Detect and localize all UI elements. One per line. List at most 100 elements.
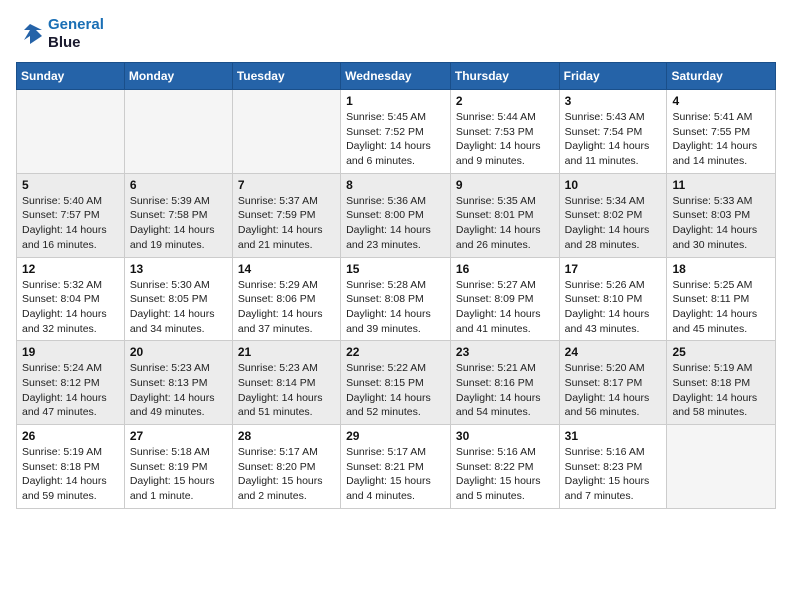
day-info: Sunrise: 5:17 AMSunset: 8:20 PMDaylight:… [238,445,335,504]
day-info: Sunrise: 5:27 AMSunset: 8:09 PMDaylight:… [456,278,554,337]
calendar-week-1: 1 Sunrise: 5:45 AMSunset: 7:52 PMDaylight… [17,90,776,174]
day-number: 3 [565,94,662,108]
day-number: 17 [565,262,662,276]
day-number: 5 [22,178,119,192]
calendar-table: SundayMondayTuesdayWednesdayThursdayFrid… [16,62,776,509]
day-number: 8 [346,178,445,192]
calendar-day-cell: 10 Sunrise: 5:34 AMSunset: 8:02 PMDayligh… [559,173,667,257]
header-wednesday: Wednesday [341,63,451,90]
day-info: Sunrise: 5:21 AMSunset: 8:16 PMDaylight:… [456,361,554,420]
day-number: 9 [456,178,554,192]
calendar-day-cell: 20Sunrise: 5:23 AMSunset: 8:13 PMDayligh… [124,341,232,425]
calendar-day-cell: 27 Sunrise: 5:18 AMSunset: 8:19 PMDayligh… [124,425,232,509]
day-info: Sunrise: 5:23 AMSunset: 8:13 PMDaylight:… [130,361,227,420]
calendar-day-cell: 5 Sunrise: 5:40 AMSunset: 7:57 PMDaylight… [17,173,125,257]
header-sunday: Sunday [17,63,125,90]
day-info: Sunrise: 5:16 AMSunset: 8:23 PMDaylight:… [565,445,662,504]
calendar-day-cell: 7 Sunrise: 5:37 AMSunset: 7:59 PMDaylight… [232,173,340,257]
day-info: Sunrise: 5:33 AMSunset: 8:03 PMDaylight:… [672,194,770,253]
header-monday: Monday [124,63,232,90]
day-info: Sunrise: 5:40 AMSunset: 7:57 PMDaylight:… [22,194,119,253]
calendar-day-cell: 1 Sunrise: 5:45 AMSunset: 7:52 PMDaylight… [341,90,451,174]
calendar-day-cell: 14 Sunrise: 5:29 AMSunset: 8:06 PMDayligh… [232,257,340,341]
day-info: Sunrise: 5:29 AMSunset: 8:06 PMDaylight:… [238,278,335,337]
calendar-day-cell: 11 Sunrise: 5:33 AMSunset: 8:03 PMDayligh… [667,173,776,257]
calendar-day-cell: 13 Sunrise: 5:30 AMSunset: 8:05 PMDayligh… [124,257,232,341]
day-number: 30 [456,429,554,443]
logo: GeneralBlue [16,16,104,52]
calendar-day-cell: 22 Sunrise: 5:22 AMSunset: 8:15 PMDayligh… [341,341,451,425]
day-info: Sunrise: 5:30 AMSunset: 8:05 PMDaylight:… [130,278,227,337]
calendar-day-cell: 23 Sunrise: 5:21 AMSunset: 8:16 PMDayligh… [450,341,559,425]
header-thursday: Thursday [450,63,559,90]
day-number: 13 [130,262,227,276]
day-info: Sunrise: 5:20 AMSunset: 8:17 PMDaylight:… [565,361,662,420]
calendar-day-cell: 25 Sunrise: 5:19 AMSunset: 8:18 PMDayligh… [667,341,776,425]
calendar-day-cell: 31 Sunrise: 5:16 AMSunset: 8:23 PMDayligh… [559,425,667,509]
calendar-day-cell: 2 Sunrise: 5:44 AMSunset: 7:53 PMDaylight… [450,90,559,174]
day-number: 24 [565,345,662,359]
calendar-day-cell [124,90,232,174]
calendar-day-cell: 9Sunrise: 5:35 AMSunset: 8:01 PMDaylight… [450,173,559,257]
day-info: Sunrise: 5:16 AMSunset: 8:22 PMDaylight:… [456,445,554,504]
day-number: 10 [565,178,662,192]
logo-text: GeneralBlue [48,16,104,52]
day-number: 23 [456,345,554,359]
calendar-day-cell: 28Sunrise: 5:17 AMSunset: 8:20 PMDayligh… [232,425,340,509]
calendar-day-cell: 29 Sunrise: 5:17 AMSunset: 8:21 PMDayligh… [341,425,451,509]
calendar-day-cell: 15 Sunrise: 5:28 AMSunset: 8:08 PMDayligh… [341,257,451,341]
day-number: 29 [346,429,445,443]
calendar-day-cell: 4 Sunrise: 5:41 AMSunset: 7:55 PMDaylight… [667,90,776,174]
day-info: Sunrise: 5:32 AMSunset: 8:04 PMDaylight:… [22,278,119,337]
calendar-day-cell: 19 Sunrise: 5:24 AMSunset: 8:12 PMDayligh… [17,341,125,425]
day-info: Sunrise: 5:18 AMSunset: 8:19 PMDaylight:… [130,445,227,504]
day-info: Sunrise: 5:17 AMSunset: 8:21 PMDaylight:… [346,445,445,504]
logo-icon [16,20,44,48]
day-info: Sunrise: 5:37 AMSunset: 7:59 PMDaylight:… [238,194,335,253]
day-info: Sunrise: 5:25 AMSunset: 8:11 PMDaylight:… [672,278,770,337]
calendar-week-3: 12 Sunrise: 5:32 AMSunset: 8:04 PMDayligh… [17,257,776,341]
day-info: Sunrise: 5:43 AMSunset: 7:54 PMDaylight:… [565,110,662,169]
header-saturday: Saturday [667,63,776,90]
day-number: 27 [130,429,227,443]
day-number: 2 [456,94,554,108]
day-number: 7 [238,178,335,192]
day-info: Sunrise: 5:19 AMSunset: 8:18 PMDaylight:… [22,445,119,504]
day-info: Sunrise: 5:41 AMSunset: 7:55 PMDaylight:… [672,110,770,169]
calendar-day-cell: 16 Sunrise: 5:27 AMSunset: 8:09 PMDayligh… [450,257,559,341]
header-tuesday: Tuesday [232,63,340,90]
calendar-week-2: 5 Sunrise: 5:40 AMSunset: 7:57 PMDaylight… [17,173,776,257]
day-info: Sunrise: 5:22 AMSunset: 8:15 PMDaylight:… [346,361,445,420]
day-info: Sunrise: 5:19 AMSunset: 8:18 PMDaylight:… [672,361,770,420]
day-number: 16 [456,262,554,276]
day-number: 6 [130,178,227,192]
day-number: 31 [565,429,662,443]
calendar-day-cell: 3 Sunrise: 5:43 AMSunset: 7:54 PMDaylight… [559,90,667,174]
calendar-day-cell: 6 Sunrise: 5:39 AMSunset: 7:58 PMDaylight… [124,173,232,257]
day-number: 14 [238,262,335,276]
day-number: 25 [672,345,770,359]
day-info: Sunrise: 5:34 AMSunset: 8:02 PMDaylight:… [565,194,662,253]
day-number: 18 [672,262,770,276]
day-number: 4 [672,94,770,108]
header-friday: Friday [559,63,667,90]
day-info: Sunrise: 5:44 AMSunset: 7:53 PMDaylight:… [456,110,554,169]
day-number: 11 [672,178,770,192]
day-number: 12 [22,262,119,276]
day-info: Sunrise: 5:36 AMSunset: 8:00 PMDaylight:… [346,194,445,253]
calendar-day-cell [17,90,125,174]
calendar-day-cell: 21Sunrise: 5:23 AMSunset: 8:14 PMDayligh… [232,341,340,425]
day-number: 15 [346,262,445,276]
day-info: Sunrise: 5:28 AMSunset: 8:08 PMDaylight:… [346,278,445,337]
day-info: Sunrise: 5:23 AMSunset: 8:14 PMDaylight:… [238,361,335,420]
calendar-week-4: 19 Sunrise: 5:24 AMSunset: 8:12 PMDayligh… [17,341,776,425]
day-number: 26 [22,429,119,443]
day-info: Sunrise: 5:24 AMSunset: 8:12 PMDaylight:… [22,361,119,420]
day-number: 1 [346,94,445,108]
page-header: GeneralBlue [16,16,776,52]
day-number: 19 [22,345,119,359]
day-info: Sunrise: 5:39 AMSunset: 7:58 PMDaylight:… [130,194,227,253]
calendar-day-cell [232,90,340,174]
day-info: Sunrise: 5:45 AMSunset: 7:52 PMDaylight:… [346,110,445,169]
day-number: 22 [346,345,445,359]
